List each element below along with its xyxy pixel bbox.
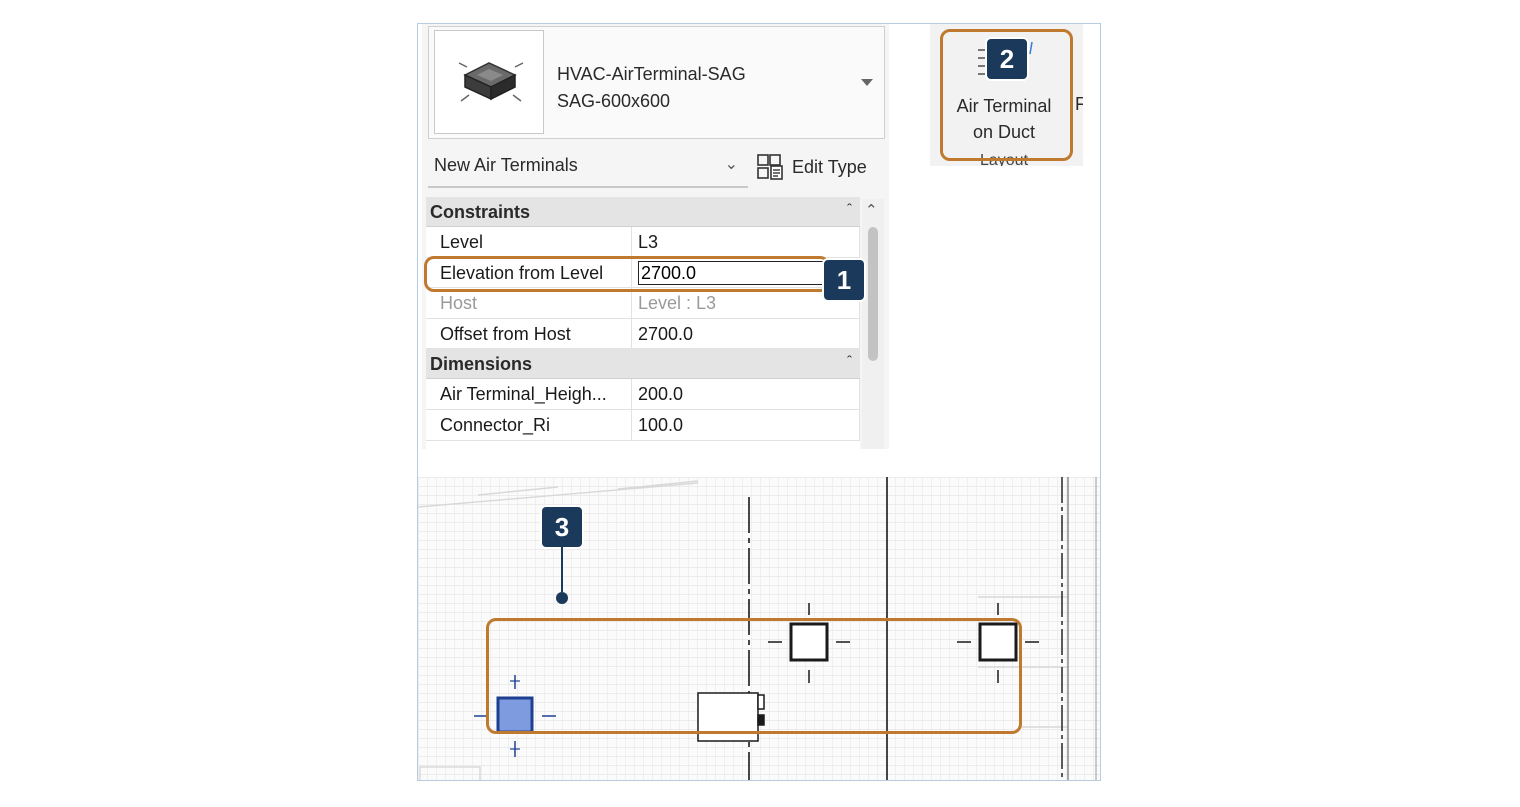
section-label: Constraints	[430, 202, 531, 222]
instance-filter-label: New Air Terminals	[434, 155, 578, 175]
chevron-down-icon[interactable]: ⌄	[725, 154, 738, 174]
callout-badge-2: 2	[985, 37, 1029, 81]
dropdown-arrow-icon[interactable]	[861, 79, 873, 86]
property-row-level[interactable]: Level L3	[426, 227, 860, 258]
property-row-host: Host Level : L3	[426, 288, 860, 319]
property-name: Offset from Host	[426, 318, 632, 349]
properties-palette: HVAC-AirTerminal-SAG SAG-600x600 New Air…	[422, 24, 889, 449]
property-name: Air Terminal_Heigh...	[426, 379, 632, 409]
collapse-icon[interactable]: ˆ	[847, 201, 852, 218]
type-size: SAG-600x600	[557, 91, 671, 111]
next-button-partial[interactable]: F	[1075, 94, 1083, 115]
air-terminal-preview-icon	[458, 62, 524, 102]
property-name: Connector_Ri	[426, 409, 632, 440]
properties-scrollbar[interactable]: ⌃	[862, 199, 884, 449]
type-selector[interactable]: HVAC-AirTerminal-SAG SAG-600x600	[428, 26, 885, 139]
edit-type-icon	[757, 154, 783, 180]
section-label: Dimensions	[430, 354, 533, 375]
property-name: Host	[426, 288, 632, 318]
property-row-terminal-height[interactable]: Air Terminal_Heigh... 200.0	[426, 379, 860, 410]
callout-leader-3	[556, 546, 568, 604]
instance-filter[interactable]: New Air Terminals ⌄	[428, 146, 748, 188]
edit-type-button[interactable]: Edit Type	[756, 150, 867, 184]
property-name: Level	[426, 227, 632, 257]
properties-grid: Constraints ˆ Level L3 Elevation from Le…	[426, 197, 860, 449]
scroll-up-icon[interactable]: ⌃	[865, 201, 878, 219]
property-value[interactable]: 200.0	[632, 379, 860, 409]
type-thumbnail	[434, 30, 544, 134]
type-name: HVAC-AirTerminal-SAG SAG-600x600	[557, 61, 746, 115]
scroll-thumb[interactable]	[868, 227, 878, 361]
callout-badge-1: 1	[822, 258, 866, 302]
type-family: HVAC-AirTerminal-SAG	[557, 64, 746, 84]
section-dimensions[interactable]: Dimensions ˆ	[426, 349, 860, 380]
callout-badge-3: 3	[540, 505, 584, 549]
property-value[interactable]: 2700.0	[632, 318, 860, 349]
edit-type-label: Edit Type	[792, 156, 867, 177]
section-constraints[interactable]: Constraints ˆ	[426, 197, 860, 227]
callout-highlight-terminals	[486, 618, 1022, 734]
collapse-icon[interactable]: ˆ	[847, 353, 852, 370]
property-row-connector[interactable]: Connector_Ri 100.0	[426, 409, 860, 441]
property-row-partial	[426, 440, 860, 449]
property-value[interactable]: L3	[632, 227, 860, 257]
callout-highlight-elevation	[424, 256, 830, 292]
property-row-offset[interactable]: Offset from Host 2700.0	[426, 318, 860, 350]
property-value[interactable]: 100.0	[632, 409, 860, 440]
